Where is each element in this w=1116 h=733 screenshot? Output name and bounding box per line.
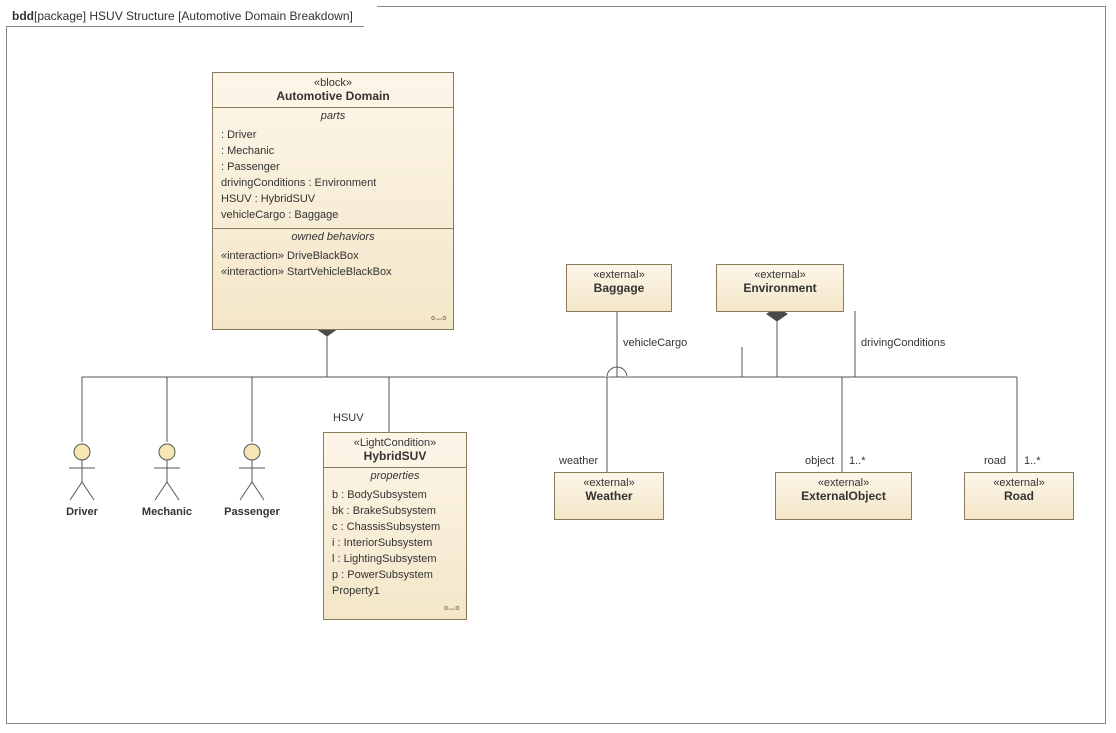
actor-icon xyxy=(150,442,184,504)
property: bk : BrakeSubsystem xyxy=(332,504,458,520)
behavior: «interaction» DriveBlackBox xyxy=(221,249,445,265)
parts-list: : Driver : Mechanic : Passenger drivingC… xyxy=(213,124,453,228)
role-driving-conditions: drivingConditions xyxy=(861,337,945,349)
block-name: ExternalObject xyxy=(776,489,911,507)
actor-icon xyxy=(235,442,269,504)
stereotype: «block» xyxy=(213,73,453,89)
part: : Driver xyxy=(221,128,445,144)
stereotype: «LightCondition» xyxy=(324,433,466,449)
stereotype: «external» xyxy=(567,265,671,281)
properties-list: b : BodySubsystem bk : BrakeSubsystem c … xyxy=(324,484,466,604)
property: Property1 xyxy=(332,584,458,600)
block-name: Baggage xyxy=(567,281,671,299)
actor-label: Driver xyxy=(47,506,117,518)
actor-label: Passenger xyxy=(217,506,287,518)
block-automotive-domain[interactable]: «block» Automotive Domain parts : Driver… xyxy=(212,72,454,330)
mult-object: 1..* xyxy=(849,455,866,467)
role-weather: weather xyxy=(559,455,598,467)
glasses-icon: ⚬–⚬ xyxy=(428,312,447,325)
frame-name: [Automotive Domain Breakdown] xyxy=(178,9,353,23)
diagram-frame: bdd[package] HSUV Structure [Automotive … xyxy=(6,6,1106,724)
block-name: Weather xyxy=(555,489,663,507)
actor-driver[interactable]: Driver xyxy=(47,442,117,518)
property: i : InteriorSubsystem xyxy=(332,536,458,552)
frame-scope: [package] HSUV Structure xyxy=(34,9,175,23)
stereotype: «external» xyxy=(555,473,663,489)
part: vehicleCargo : Baggage xyxy=(221,208,445,224)
compartment-header-parts: parts xyxy=(213,107,453,124)
glasses-icon: ⚬–⚬ xyxy=(441,602,460,615)
frame-title: bdd[package] HSUV Structure [Automotive … xyxy=(6,6,378,27)
part: drivingConditions : Environment xyxy=(221,176,445,192)
role-object: object xyxy=(805,455,834,467)
part: : Mechanic xyxy=(221,144,445,160)
part: HSUV : HybridSUV xyxy=(221,192,445,208)
property: c : ChassisSubsystem xyxy=(332,520,458,536)
block-name: Environment xyxy=(717,281,843,299)
role-hsuv: HSUV xyxy=(333,412,364,424)
block-name: Road xyxy=(965,489,1073,507)
compartment-header-properties: properties xyxy=(324,467,466,484)
frame-kind: bdd xyxy=(12,9,34,23)
role-road: road xyxy=(984,455,1006,467)
role-vehicle-cargo: vehicleCargo xyxy=(623,337,687,349)
behaviors-list: «interaction» DriveBlackBox «interaction… xyxy=(213,245,453,285)
stereotype: «external» xyxy=(776,473,911,489)
connectors-layer xyxy=(7,7,1107,725)
mult-road: 1..* xyxy=(1024,455,1041,467)
part: : Passenger xyxy=(221,160,445,176)
actor-passenger[interactable]: Passenger xyxy=(217,442,287,518)
actor-label: Mechanic xyxy=(132,506,202,518)
actor-icon xyxy=(65,442,99,504)
block-environment[interactable]: «external» Environment xyxy=(716,264,844,312)
block-name: HybridSUV xyxy=(324,449,466,467)
actor-mechanic[interactable]: Mechanic xyxy=(132,442,202,518)
block-baggage[interactable]: «external» Baggage xyxy=(566,264,672,312)
connectors-layer-2 xyxy=(7,7,1107,725)
property: b : BodySubsystem xyxy=(332,488,458,504)
property: p : PowerSubsystem xyxy=(332,568,458,584)
block-name: Automotive Domain xyxy=(213,89,453,107)
property: l : LightingSubsystem xyxy=(332,552,458,568)
block-external-object[interactable]: «external» ExternalObject xyxy=(775,472,912,520)
behavior: «interaction» StartVehicleBlackBox xyxy=(221,265,445,281)
block-weather[interactable]: «external» Weather xyxy=(554,472,664,520)
block-hybrid-suv[interactable]: «LightCondition» HybridSUV properties b … xyxy=(323,432,467,620)
block-road[interactable]: «external» Road xyxy=(964,472,1074,520)
stereotype: «external» xyxy=(717,265,843,281)
stereotype: «external» xyxy=(965,473,1073,489)
compartment-header-behaviors: owned behaviors xyxy=(213,228,453,245)
